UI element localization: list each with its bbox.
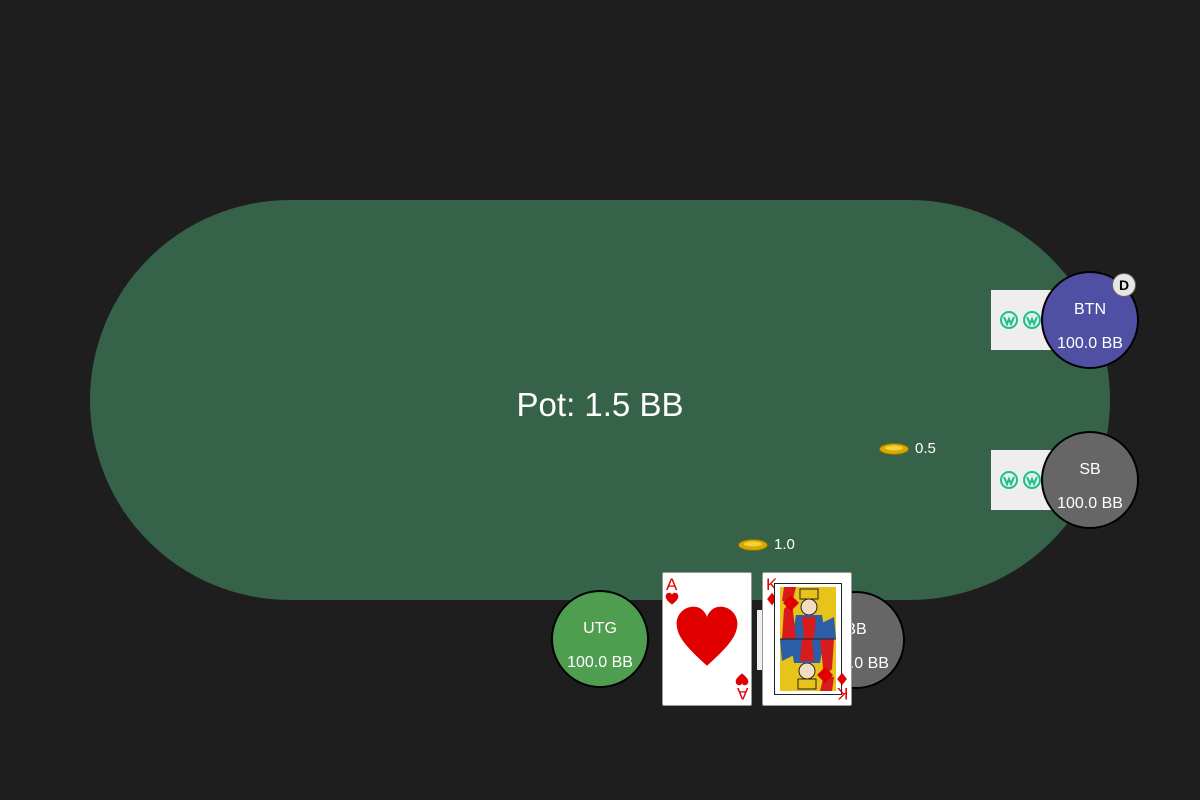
- seat-position-label: SB: [1079, 461, 1101, 478]
- dealer-button: D: [1112, 273, 1136, 297]
- seat-sb[interactable]: SB 100.0 BB: [1041, 431, 1139, 529]
- bet-amount: 1.0: [774, 536, 795, 553]
- card-rank: K: [836, 684, 848, 703]
- seat-stack-label: 100.0 BB: [1057, 495, 1123, 512]
- seat-stack-label: 100.0 BB: [1057, 335, 1123, 352]
- card-rank: A: [666, 575, 678, 594]
- ww-logo-icon: [1000, 311, 1041, 329]
- chip-icon: [879, 443, 909, 455]
- seat-position-label: UTG: [583, 620, 617, 637]
- hero-card-ace-hearts[interactable]: A A: [662, 572, 752, 706]
- ww-logo-icon: [1000, 471, 1041, 489]
- bet-amount: 0.5: [915, 440, 936, 457]
- king-face-icon: [774, 583, 842, 695]
- seat-stack-label: 100.0 BB: [567, 654, 633, 671]
- chip-icon: [738, 539, 768, 551]
- seat-utg[interactable]: UTG 100.0 BB: [551, 590, 649, 688]
- pot-label: Pot: 1.5 BB: [516, 386, 684, 423]
- seat-position-label: BTN: [1074, 301, 1106, 318]
- hero-card-king-diamonds[interactable]: K K: [762, 572, 852, 706]
- card-rank: A: [736, 684, 748, 703]
- heart-icon: [676, 606, 738, 666]
